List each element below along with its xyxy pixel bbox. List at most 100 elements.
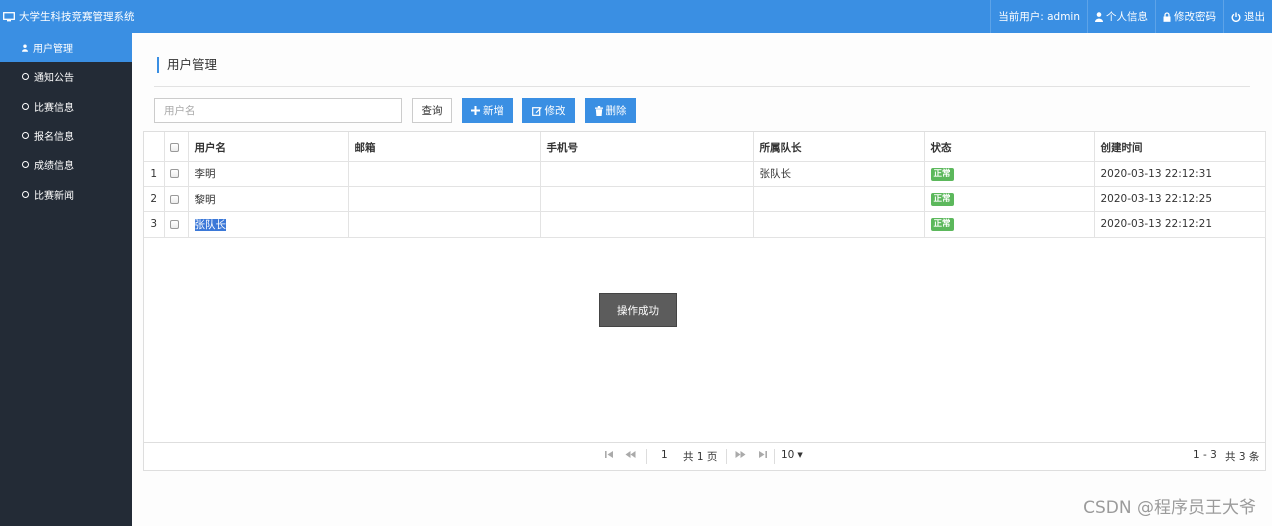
sidebar-item-label: 通知公告 — [34, 73, 74, 85]
cell-phone — [540, 211, 754, 238]
prev-page-icon[interactable] — [625, 450, 636, 462]
sidebar: 用户管理 通知公告 比赛信息 报名信息 成绩信息 比赛新闻 — [0, 33, 132, 526]
checkbox-icon — [169, 143, 179, 153]
column-header-created[interactable]: 创建时间 — [1094, 132, 1266, 162]
user-table: 用户名 邮箱 手机号 所属队长 状态 创建时间 1 李明 张队长 正常 2020… — [144, 132, 1266, 238]
range-label: 1 - 3 — [1193, 449, 1217, 461]
change-password-link[interactable]: 修改密码 — [1155, 0, 1223, 33]
edit-button[interactable]: 修改 — [522, 98, 575, 123]
table-row[interactable]: 3 张队长 正常 2020-03-13 22:12:21 — [144, 211, 1266, 238]
sidebar-item-label: 比赛信息 — [34, 102, 74, 114]
row-number: 1 — [144, 161, 165, 187]
csdn-watermark: CSDN @程序员王大爷 — [1083, 498, 1256, 518]
main-content: 用户管理 查询 新增 修改 删除 — [132, 33, 1272, 526]
cell-email — [348, 161, 541, 187]
cell-username: 张队长 — [188, 211, 349, 238]
profile-link[interactable]: 个人信息 — [1087, 0, 1155, 33]
cell-status: 正常 — [924, 161, 1095, 187]
sidebar-item-scores[interactable]: 成绩信息 — [0, 150, 132, 179]
delete-button[interactable]: 删除 — [585, 98, 636, 123]
row-number: 3 — [144, 211, 165, 238]
sidebar-item-label: 用户管理 — [33, 44, 73, 56]
cell-phone — [540, 161, 754, 187]
sidebar-item-registrations[interactable]: 报名信息 — [0, 121, 132, 150]
title-divider — [154, 86, 1250, 87]
current-user: 当前用户: admin — [990, 0, 1087, 33]
pager-divider — [646, 449, 647, 464]
toast-message: 操作成功 — [617, 304, 659, 317]
sidebar-item-competitions[interactable]: 比赛信息 — [0, 92, 132, 121]
cell-email — [348, 186, 541, 213]
column-header-email[interactable]: 邮箱 — [348, 132, 541, 162]
page-size-select[interactable]: 10 ▼ — [781, 449, 803, 461]
user-icon — [22, 44, 28, 52]
sidebar-item-news[interactable]: 比赛新闻 — [0, 179, 132, 208]
select-all-checkbox[interactable] — [164, 132, 189, 162]
selected-username-text: 张队长 — [194, 218, 226, 231]
ring-icon — [22, 102, 29, 110]
ring-icon — [22, 161, 29, 169]
total-pages-label: 共 1 页 — [683, 451, 718, 463]
delete-button-label: 删除 — [605, 105, 627, 117]
status-badge: 正常 — [930, 218, 954, 232]
ring-icon — [22, 73, 29, 81]
ring-icon — [22, 190, 29, 198]
status-badge: 正常 — [930, 167, 954, 181]
add-button[interactable]: 新增 — [462, 98, 513, 123]
cell-status: 正常 — [924, 186, 1095, 213]
query-button[interactable]: 查询 — [412, 98, 452, 123]
app-title: 大学生科技竞赛管理系统 — [19, 11, 135, 23]
table-row[interactable]: 1 李明 张队长 正常 2020-03-13 22:12:31 — [144, 161, 1266, 187]
plus-icon — [471, 106, 480, 115]
status-badge: 正常 — [930, 193, 954, 207]
current-user-label: 当前用户: admin — [998, 11, 1080, 23]
sidebar-item-notices[interactable]: 通知公告 — [0, 62, 132, 91]
next-page-icon[interactable] — [735, 450, 746, 462]
checkbox-icon — [169, 169, 179, 179]
edit-icon — [531, 106, 542, 116]
monitor-icon — [3, 11, 15, 22]
success-toast: 操作成功 — [599, 293, 677, 327]
checkbox-icon — [169, 194, 179, 204]
table-row[interactable]: 2 黎明 正常 2020-03-13 22:12:25 — [144, 186, 1266, 213]
cell-status: 正常 — [924, 211, 1095, 238]
cell-username: 李明 — [188, 161, 349, 187]
cell-captain — [753, 186, 925, 213]
search-input[interactable] — [154, 98, 402, 123]
page-number-input[interactable]: 1 — [661, 449, 668, 461]
row-checkbox[interactable] — [164, 186, 189, 213]
sidebar-item-label: 成绩信息 — [34, 161, 74, 173]
pager-divider — [726, 449, 727, 464]
column-header-username[interactable]: 用户名 — [188, 132, 349, 162]
cell-email — [348, 211, 541, 238]
last-page-icon[interactable] — [758, 450, 767, 462]
query-button-label: 查询 — [421, 105, 443, 117]
column-header-captain[interactable]: 所属队长 — [753, 132, 925, 162]
sidebar-item-user-management[interactable]: 用户管理 — [0, 33, 132, 63]
cell-phone — [540, 186, 754, 213]
logout-label: 退出 — [1244, 11, 1265, 23]
column-header-phone[interactable]: 手机号 — [540, 132, 754, 162]
pagination-bar: 1 共 1 页 10 ▼ 1 - 3 共 3 条 — [144, 442, 1265, 470]
checkbox-icon — [169, 219, 179, 229]
row-number-header — [144, 132, 165, 162]
user-icon — [1095, 11, 1103, 22]
row-checkbox[interactable] — [164, 161, 189, 187]
ring-icon — [22, 132, 29, 140]
row-number: 2 — [144, 186, 165, 213]
logout-link[interactable]: 退出 — [1223, 0, 1272, 33]
first-page-icon[interactable] — [605, 450, 614, 462]
cell-created: 2020-03-13 22:12:21 — [1094, 211, 1266, 238]
total-records-label: 共 3 条 — [1225, 451, 1260, 463]
sidebar-item-label: 比赛新闻 — [34, 190, 74, 202]
page-size-value: 10 — [781, 449, 795, 461]
app-brand[interactable]: 大学生科技竞赛管理系统 — [0, 0, 135, 33]
lock-icon — [1163, 11, 1171, 22]
cell-captain — [753, 211, 925, 238]
column-header-status[interactable]: 状态 — [924, 132, 1095, 162]
profile-label: 个人信息 — [1106, 11, 1148, 23]
power-icon — [1231, 12, 1241, 22]
row-checkbox[interactable] — [164, 211, 189, 238]
page-title: 用户管理 — [157, 57, 217, 73]
pager-divider — [774, 449, 775, 464]
